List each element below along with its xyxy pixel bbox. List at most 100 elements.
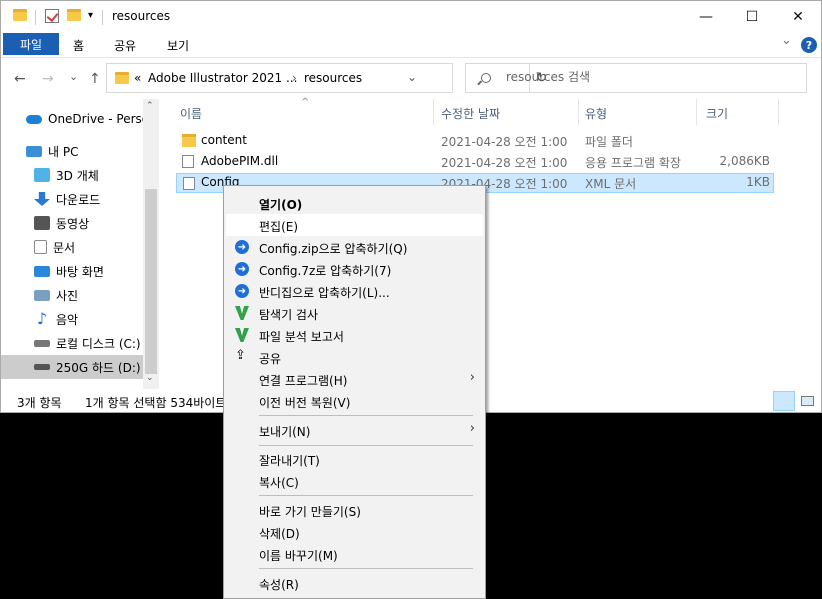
column-divider[interactable]	[696, 99, 697, 125]
new-folder-icon[interactable]	[67, 9, 81, 21]
customize-quick-access-icon[interactable]: ▾	[88, 10, 93, 21]
breadcrumb-resources[interactable]: resources	[304, 71, 362, 85]
menu-item-copy[interactable]: 복사(C)	[226, 470, 483, 492]
menu-item-label: 이름 바꾸기(M)	[259, 549, 338, 563]
menu-item-open[interactable]: 열기(O)	[226, 192, 483, 214]
nav-scrollbar[interactable]: ⌃ ⌄	[143, 99, 159, 389]
selection-info: 1개 항목 선택함 534바이트	[85, 396, 227, 410]
menu-separator	[259, 568, 473, 569]
menu-item-restore-previous[interactable]: 이전 버전 복원(V)	[226, 390, 483, 412]
menu-item-rename[interactable]: 이름 바꾸기(M)	[226, 543, 483, 565]
breadcrumb-illustrator[interactable]: Adobe Illustrator 2021 ...	[148, 71, 297, 85]
file-size: 2,086KB	[719, 154, 770, 168]
folder-icon[interactable]	[13, 9, 27, 21]
recent-locations-button[interactable]: ⌄	[69, 70, 78, 83]
nav-item-3d-objects[interactable]: 3D 개체	[1, 163, 143, 187]
search-input[interactable]	[506, 70, 786, 84]
properties-icon[interactable]	[45, 9, 59, 23]
share-icon: ⇪	[235, 348, 246, 363]
desktop-icon	[34, 265, 50, 277]
nav-item-music[interactable]: ♪ 음악	[1, 307, 143, 331]
breadcrumb-separator[interactable]: ›	[292, 71, 297, 85]
nav-item-this-pc[interactable]: 내 PC	[1, 139, 143, 163]
address-box[interactable]: « Adobe Illustrator 2021 ... › resources…	[106, 63, 547, 93]
nav-item-label: 문서	[53, 240, 76, 255]
scroll-up-icon[interactable]: ⌃	[146, 101, 154, 111]
search-box[interactable]	[465, 63, 807, 93]
close-button[interactable]: ✕	[775, 1, 821, 33]
nav-item-label: 3D 개체	[56, 168, 99, 183]
column-divider[interactable]	[433, 99, 434, 125]
file-date: 2021-04-28 오전 1:00	[441, 135, 568, 149]
details-view-icon[interactable]	[773, 391, 795, 411]
bandizip-icon: ➜	[235, 284, 249, 298]
menu-item-bandizip-compress[interactable]: ➜ 반디집으로 압축하기(L)...	[226, 280, 483, 302]
menu-item-properties[interactable]: 속성(R)	[226, 572, 483, 594]
file-row[interactable]: content 2021-04-28 오전 1:00 파일 폴더	[176, 131, 774, 151]
sort-ascending-icon: ^	[301, 97, 310, 108]
tab-share[interactable]: 공유	[114, 37, 136, 54]
up-button[interactable]: ↑	[89, 71, 101, 87]
file-type: 파일 폴더	[585, 135, 633, 149]
nav-item-drive-d[interactable]: 250G 하드 (D:)	[1, 355, 143, 379]
nav-item-label: 다운로드	[56, 192, 101, 207]
tab-home[interactable]: 홈	[73, 37, 84, 54]
menu-item-zip-compress[interactable]: ➜ Config.zip으로 압축하기(Q)	[226, 236, 483, 258]
menu-item-label: 공유	[259, 352, 282, 366]
file-row[interactable]: AdobePIM.dll 2021-04-28 오전 1:00 응용 프로그램 …	[176, 152, 774, 172]
breadcrumb-overflow[interactable]: «	[134, 71, 141, 85]
3d-objects-icon	[34, 168, 50, 182]
nav-item-pictures[interactable]: 사진	[1, 283, 143, 307]
menu-item-create-shortcut[interactable]: 바로 가기 만들기(S)	[226, 499, 483, 521]
menu-item-label: 편집(E)	[259, 220, 299, 234]
folder-icon	[115, 72, 129, 84]
ribbon-tabs: 파일 홈 공유 보기 ⌄ ?	[1, 33, 821, 57]
scroll-down-icon[interactable]: ⌄	[146, 373, 154, 383]
scrollbar-thumb[interactable]	[145, 189, 157, 374]
menu-item-label: 탐색기 검사	[259, 308, 319, 322]
address-history-dropdown[interactable]: ⌄	[407, 70, 417, 84]
column-header-type[interactable]: 유형	[585, 105, 607, 122]
window-title: resources	[112, 9, 171, 23]
nav-item-downloads[interactable]: 다운로드	[1, 187, 143, 211]
search-icon	[481, 73, 491, 83]
tab-file[interactable]: 파일	[3, 33, 59, 55]
file-date: 2021-04-28 오전 1:00	[441, 156, 568, 170]
menu-item-7z-compress[interactable]: ➜ Config.7z로 압축하기(7)	[226, 258, 483, 280]
minimize-button[interactable]: —	[683, 1, 729, 33]
menu-item-delete[interactable]: 삭제(D)	[226, 521, 483, 543]
nav-item-label: 동영상	[56, 216, 90, 231]
item-count: 3개 항목	[17, 396, 62, 410]
title-bar[interactable]: ▾ resources — ☐ ✕	[1, 1, 821, 33]
tab-view[interactable]: 보기	[167, 37, 189, 54]
nav-item-documents[interactable]: 문서	[1, 235, 143, 259]
column-header-name[interactable]: 이름	[180, 105, 202, 122]
column-divider[interactable]	[778, 99, 779, 125]
ribbon-expand-icon[interactable]: ⌄	[781, 33, 792, 48]
nav-item-desktop[interactable]: 바탕 화면	[1, 259, 143, 283]
column-divider[interactable]	[578, 99, 579, 125]
nav-item-label: OneDrive - Persor	[48, 112, 143, 126]
menu-item-edit[interactable]: 편집(E)	[226, 214, 483, 236]
large-icons-view-icon[interactable]	[797, 391, 819, 411]
menu-item-cut[interactable]: 잘라내기(T)	[226, 448, 483, 470]
menu-item-file-analysis-report[interactable]: 파일 분석 보고서	[226, 324, 483, 346]
nav-item-drive-c[interactable]: 로컬 디스크 (C:)	[1, 331, 143, 355]
nav-item-videos[interactable]: 동영상	[1, 211, 143, 235]
menu-item-open-with[interactable]: 연결 프로그램(H) ›	[226, 368, 483, 390]
menu-item-explorer-scan[interactable]: 탐색기 검사	[226, 302, 483, 324]
column-header-size[interactable]: 크기	[706, 105, 728, 122]
menu-item-send-to[interactable]: 보내기(N) ›	[226, 419, 483, 441]
forward-button[interactable]: →	[42, 71, 54, 87]
bandizip-icon: ➜	[235, 240, 249, 254]
column-header-date[interactable]: 수정한 날짜	[441, 105, 500, 122]
maximize-button[interactable]: ☐	[729, 1, 775, 33]
file-name: content	[201, 133, 247, 147]
help-icon[interactable]: ?	[801, 37, 817, 53]
nav-item-label: 바탕 화면	[56, 264, 104, 279]
nav-item-onedrive[interactable]: OneDrive - Persor	[1, 107, 143, 131]
back-button[interactable]: ←	[14, 71, 26, 87]
menu-item-share[interactable]: ⇪ 공유	[226, 346, 483, 368]
submenu-arrow-icon: ›	[469, 421, 475, 436]
cloud-icon	[26, 114, 42, 124]
